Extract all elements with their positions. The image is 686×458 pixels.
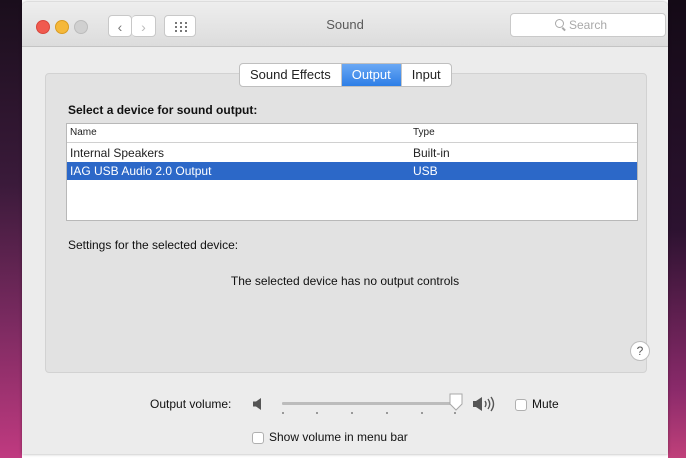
table-header: Name Type	[67, 124, 637, 143]
search-input[interactable]	[569, 17, 659, 33]
help-button[interactable]: ?	[630, 341, 650, 361]
slider-tick	[351, 412, 353, 414]
title-bar: ‹ › Sound	[22, 2, 668, 47]
mute-label[interactable]: Mute	[532, 397, 559, 411]
tab-output[interactable]: Output	[341, 64, 402, 86]
output-volume-slider[interactable]	[282, 402, 456, 414]
output-volume-label: Output volume:	[150, 397, 232, 411]
volume-slider-knob[interactable]	[449, 393, 463, 411]
show-volume-menubar-checkbox[interactable]	[252, 432, 264, 444]
speaker-high-icon	[473, 396, 495, 412]
column-header-name[interactable]: Name	[70, 127, 97, 138]
search-icon	[555, 19, 564, 28]
output-panel	[45, 73, 647, 373]
slider-tick	[421, 412, 423, 414]
output-device-heading: Select a device for sound output:	[68, 103, 258, 117]
slider-tick	[282, 412, 284, 414]
slider-tick	[386, 412, 388, 414]
tab-bar: Sound Effects Output Input	[239, 63, 452, 87]
search-field[interactable]	[510, 13, 666, 37]
device-name: Internal Speakers	[70, 146, 165, 160]
table-row-selected[interactable]: IAG USB Audio 2.0 Output USB	[67, 162, 637, 180]
output-device-table[interactable]: Name Type Internal Speakers Built-in IAG…	[66, 123, 638, 221]
speaker-low-icon	[253, 398, 261, 410]
device-name: IAG USB Audio 2.0 Output	[70, 164, 212, 178]
slider-fill	[282, 402, 456, 405]
column-header-type[interactable]: Type	[413, 127, 435, 138]
device-type: USB	[413, 164, 438, 178]
sound-preferences-window: ‹ › Sound Sound Effects Output	[22, 2, 668, 454]
show-volume-menubar-label[interactable]: Show volume in menu bar	[269, 430, 408, 444]
tab-input[interactable]: Input	[402, 64, 451, 86]
desktop-wallpaper-right	[668, 0, 686, 458]
tab-sound-effects[interactable]: Sound Effects	[240, 64, 342, 86]
table-row[interactable]: Internal Speakers Built-in	[67, 144, 637, 162]
desktop-wallpaper-left	[0, 0, 22, 458]
desktop-background: ‹ › Sound Sound Effects Output	[0, 0, 686, 458]
mute-checkbox[interactable]	[515, 399, 527, 411]
device-type: Built-in	[413, 146, 450, 160]
no-output-controls-message: The selected device has no output contro…	[230, 274, 460, 288]
slider-tick	[316, 412, 318, 414]
settings-label: Settings for the selected device:	[68, 238, 239, 252]
slider-tick	[454, 412, 456, 414]
